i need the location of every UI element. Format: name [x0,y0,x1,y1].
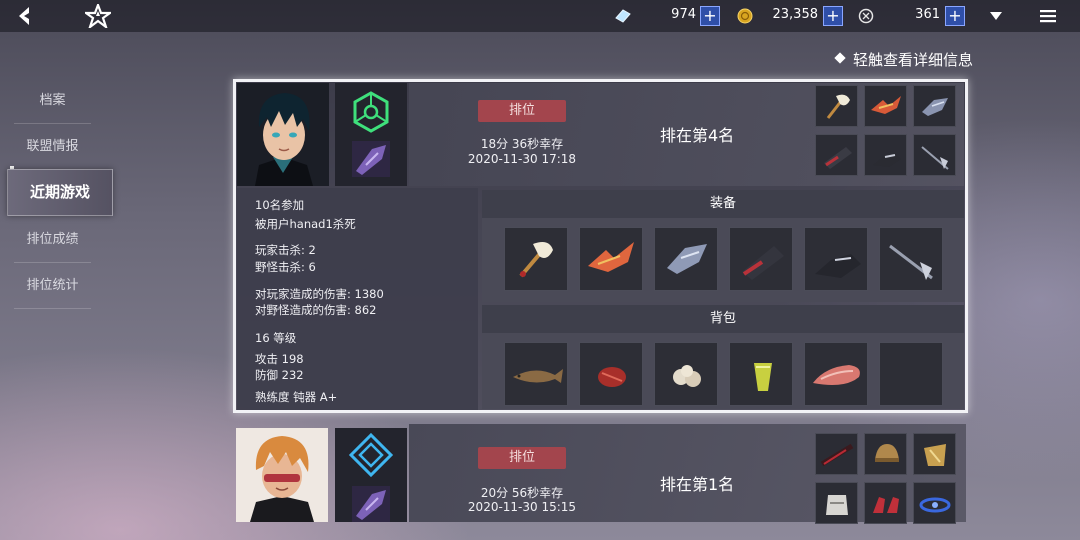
gold-coin-icon [737,8,753,24]
killed-by-text: 被用户hanad1杀死 [255,217,356,231]
nav-item-alliance[interactable]: 联盟情报 [14,124,91,170]
player-damage-text: 对玩家造成的伤害: 1380 [255,287,384,301]
final-placement-2: 排在第1名 [660,475,735,494]
bag-section-header: 背包 [482,305,964,333]
token-icon [858,8,874,24]
monster-damage-text: 对野怪造成的伤害: 862 [255,303,377,317]
equip-slot-chest-2[interactable] [913,433,956,475]
nav-item-recent-games[interactable]: 近期游戏 [7,169,113,216]
equip-slot-accessory[interactable] [913,134,956,176]
final-placement: 排在第4名 [660,126,735,145]
dropdown-triangle-icon[interactable] [986,0,1006,32]
hint-text: 轻触查看详细信息 [852,51,973,69]
attack-text: 攻击 198 [255,352,304,366]
equip-slot-head[interactable] [864,85,907,127]
bag-drink-item[interactable] [729,342,793,406]
equipment-leg-item[interactable] [804,227,868,291]
character-portrait-2 [236,428,328,522]
weapon-skin-icon [352,141,390,177]
mastery-text: 熟练度 钝器 A+ [255,390,338,404]
class-emblem-panel-2 [335,428,407,522]
bag-meat-item[interactable] [579,342,643,406]
gold-count: 23,358 [772,7,819,22]
equip-slot-head-2[interactable] [864,433,907,475]
equip-slot-chest[interactable] [913,85,956,127]
survival-time: 18分 36秒幸存 [480,137,564,151]
weapon-skin-icon-2 [352,486,390,522]
equip-slot-arm[interactable] [815,134,858,176]
equipment-accessory-item[interactable] [879,227,943,291]
back-arrow-icon[interactable] [12,0,38,32]
player-kills-text: 玩家击杀: 2 [255,243,316,257]
game-datetime: 2020-11-30 17:18 [467,152,577,166]
nav-item-rank-stats[interactable]: 排位统计 [14,263,91,309]
equip-slot-accessory-2[interactable] [913,482,956,524]
mode-badge: 排位 [478,100,566,122]
add-crystal-button[interactable]: + [700,6,720,26]
equip-slot-leg[interactable] [864,134,907,176]
equipment-chest-item[interactable] [654,227,718,291]
add-gold-button[interactable]: + [823,6,843,26]
mode-badge-2: 排位 [478,447,566,469]
participants-text: 10名参加 [255,198,305,212]
crystal-icon [614,8,631,24]
menu-icon[interactable] [1038,0,1058,32]
survival-time-2: 20分 56秒幸存 [480,486,564,500]
class-emblem-panel [335,83,407,186]
bag-fish-item[interactable] [504,342,568,406]
equip-slot-weapon[interactable] [815,85,858,127]
level-text: 16 等级 [255,331,297,345]
add-token-button[interactable]: + [945,6,965,26]
token-count: 361 [915,7,940,22]
game-datetime-2: 2020-11-30 15:15 [467,500,577,514]
hint-diamond-icon [834,52,846,64]
bag-garlic-item[interactable] [654,342,718,406]
nav-item-profile[interactable]: 档案 [14,78,91,124]
equipment-weapon-item[interactable] [504,227,568,291]
game-stats-panel: 10名参加 被用户hanad1杀死 玩家击杀: 2 野怪击杀: 6 对玩家造成的… [237,188,478,410]
equipment-head-item[interactable] [579,227,643,291]
bag-empty-slot[interactable] [879,342,943,406]
bag-steak-item[interactable] [804,342,868,406]
star-logo-icon[interactable] [84,0,112,32]
equip-slot-leg-2[interactable] [864,482,907,524]
equipment-section-header: 装备 [482,190,964,218]
monster-kills-text: 野怪击杀: 6 [255,260,316,274]
nav-item-rank-results[interactable]: 排位成绩 [14,217,91,263]
defense-text: 防御 232 [255,368,304,382]
top-bar: 974 + 23,358 + 361 + [0,0,1080,32]
character-portrait [237,83,329,186]
equip-slot-weapon-2[interactable] [815,433,858,475]
crystal-count: 974 [671,7,696,22]
equip-slot-arm-2[interactable] [815,482,858,524]
hexagon-class-icon [348,89,394,135]
equipment-arm-item[interactable] [729,227,793,291]
diamond-class-icon [348,432,394,478]
